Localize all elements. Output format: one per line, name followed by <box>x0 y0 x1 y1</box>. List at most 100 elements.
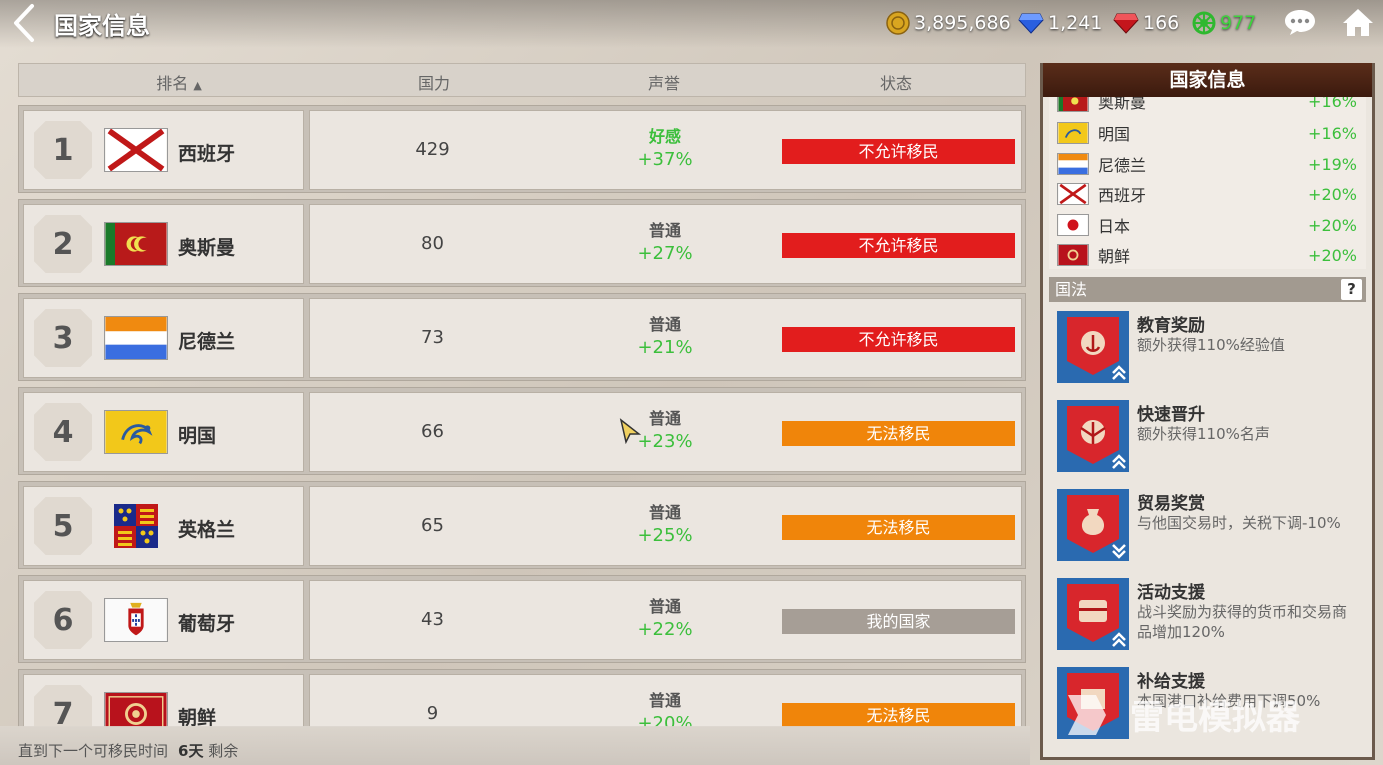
status-badge: 无法移民 <box>782 421 1015 446</box>
anchor-medal-icon <box>1057 311 1129 383</box>
reputation-label: 普通 <box>648 597 681 616</box>
sidebar-title: 国家信息 <box>1043 63 1372 97</box>
table-row[interactable]: 1 西班牙 429 好感 +37% 不允许移民 <box>18 105 1026 193</box>
country-name: 明国 <box>178 425 217 447</box>
gold-currency: 3,895,686 <box>886 10 1011 36</box>
country-cell: 3 尼德兰 <box>23 298 304 378</box>
power-value: 73 <box>421 327 444 348</box>
law-title: 国法 <box>1055 280 1088 299</box>
portugal-flag-icon <box>104 598 168 642</box>
rank-number: 4 <box>34 403 92 461</box>
back-arrow-icon[interactable] <box>8 2 42 44</box>
country-name: 朝鲜 <box>1098 247 1131 266</box>
reputation-pct: +20% <box>1308 245 1357 265</box>
list-item: 尼德兰 +19% <box>1057 150 1357 178</box>
column-status[interactable]: 状态 <box>851 70 941 94</box>
rank-number: 6 <box>34 591 92 649</box>
reputation-value: +22% <box>637 619 693 640</box>
power-value: 80 <box>421 233 444 254</box>
law-name: 贸易奖赏 <box>1137 494 1205 514</box>
info-cell: 66 普通 +23% 无法移民 <box>309 392 1022 472</box>
netherlands-flag-icon <box>1057 153 1089 175</box>
gold-value: 3,895,686 <box>914 12 1011 34</box>
power-value: 66 <box>421 421 444 442</box>
table-row[interactable]: 7 朝鲜 9 普通 +20% 无法移民 <box>18 669 1026 727</box>
country-cell: 4 明国 <box>23 392 304 472</box>
country-name: 尼德兰 <box>178 331 236 353</box>
red-gem-value: 166 <box>1143 12 1180 34</box>
reputation-label: 普通 <box>648 221 681 240</box>
country-cell: 6 葡萄牙 <box>23 580 304 660</box>
power-value: 65 <box>421 515 444 536</box>
reputation-pct: +19% <box>1308 154 1357 174</box>
list-item: 西班牙 +20% <box>1057 180 1357 208</box>
country-cell: 5 英格兰 <box>23 486 304 566</box>
rank-number: 5 <box>34 497 92 555</box>
money-bag-icon <box>1057 489 1129 561</box>
home-icon[interactable] <box>1341 6 1375 38</box>
reputation-value: +20% <box>637 713 693 727</box>
law-item[interactable]: 活动支援 战斗奖励为获得的货币和交易商品增加120% <box>1057 578 1357 658</box>
table-row[interactable]: 2 奥斯曼 80 普通 +27% 不允许移民 <box>18 199 1026 287</box>
reputation-label: 普通 <box>648 691 681 710</box>
law-item[interactable]: 教育奖励 额外获得110%经验值 <box>1057 311 1357 391</box>
country-name: 英格兰 <box>178 519 236 541</box>
table-row[interactable]: 4 明国 66 普通 +23% 无法移民 <box>18 387 1026 475</box>
column-reputation[interactable]: 声誉 <box>619 70 709 94</box>
blue-gem-value: 1,241 <box>1048 12 1103 34</box>
law-description: 与他国交易时，关税下调-10% <box>1137 514 1341 532</box>
table-row[interactable]: 3 尼德兰 73 普通 +21% 不允许移民 <box>18 293 1026 381</box>
law-item[interactable]: 快速晋升 额外获得110%名声 <box>1057 400 1357 480</box>
gold-coin-icon <box>886 11 910 35</box>
column-rank[interactable]: 排名 ▲ <box>79 70 279 94</box>
law-item[interactable]: 贸易奖赏 与他国交易时，关税下调-10% <box>1057 489 1357 569</box>
table-row[interactable]: 6 葡萄牙 43 普通 +22% 我的国家 <box>18 575 1026 663</box>
status-badge: 无法移民 <box>782 515 1015 540</box>
country-name: 朝鲜 <box>178 707 217 727</box>
column-power[interactable]: 国力 <box>389 70 479 94</box>
power-value: 9 <box>426 703 439 724</box>
law-name: 快速晋升 <box>1137 405 1205 425</box>
eagle-crest-icon <box>1057 400 1129 472</box>
list-item: 明国 +16% <box>1057 119 1357 147</box>
timer-label: 直到下一个可移民时间 <box>18 742 169 760</box>
spain-flag-icon <box>104 128 168 172</box>
list-item: 奥斯曼 +16% <box>1057 97 1357 115</box>
country-cell: 1 西班牙 <box>23 110 304 190</box>
reputation-value: +27% <box>637 243 693 264</box>
law-description: 战斗奖励为获得的货币和交易商品增加120% <box>1137 603 1348 641</box>
spain-flag-icon <box>1057 183 1089 205</box>
country-name: 日本 <box>1098 217 1131 236</box>
law-name: 活动支援 <box>1137 583 1205 603</box>
reputation-value: +37% <box>637 149 693 170</box>
blue-gem-icon <box>1018 13 1044 34</box>
power-value: 43 <box>421 609 444 630</box>
green-wheel-icon <box>1192 11 1216 35</box>
ottoman-flag-icon <box>1057 97 1089 112</box>
reputation-list[interactable]: 奥斯曼 +16% 明国 +16% 尼德兰 +19% 西班牙 +20% 日本 +20% 朝鲜… <box>1049 97 1366 269</box>
ming-flag-icon <box>104 410 168 454</box>
ranking-panel: 排名 ▲ 国力 声誉 状态 1 西班牙 429 好感 +37% 不允许移民 2 … <box>18 63 1026 727</box>
emulator-watermark: 雷电模拟器 <box>1068 695 1301 738</box>
reputation-value: +21% <box>637 337 693 358</box>
chat-icon[interactable] <box>1283 8 1317 36</box>
page-title: 国家信息 <box>54 12 150 40</box>
national-law-header: 国法 ? <box>1049 277 1366 302</box>
table-row[interactable]: 5 英格兰 65 普通 +25% 无法移民 <box>18 481 1026 569</box>
law-name: 教育奖励 <box>1137 316 1205 336</box>
reputation-pct: +20% <box>1308 215 1357 235</box>
country-name: 奥斯曼 <box>1098 97 1147 112</box>
list-item: 日本 +20% <box>1057 211 1357 239</box>
help-button[interactable]: ? <box>1341 279 1362 300</box>
reputation-label: 普通 <box>648 503 681 522</box>
rank-number: 3 <box>34 309 92 367</box>
blue-gem-currency: 1,241 <box>1018 10 1102 36</box>
red-gem-currency: 166 <box>1113 10 1179 36</box>
rank-number: 7 <box>34 685 92 727</box>
england-flag-icon <box>114 504 158 548</box>
red-gem-icon <box>1113 13 1139 34</box>
reputation-label: 普通 <box>648 315 681 334</box>
country-name: 葡萄牙 <box>178 613 236 635</box>
country-info-sidebar: 国家信息 奥斯曼 +16% 明国 +16% 尼德兰 +19% 西班牙 +20% 日本 +2… <box>1040 63 1375 760</box>
info-cell: 43 普通 +22% 我的国家 <box>309 580 1022 660</box>
